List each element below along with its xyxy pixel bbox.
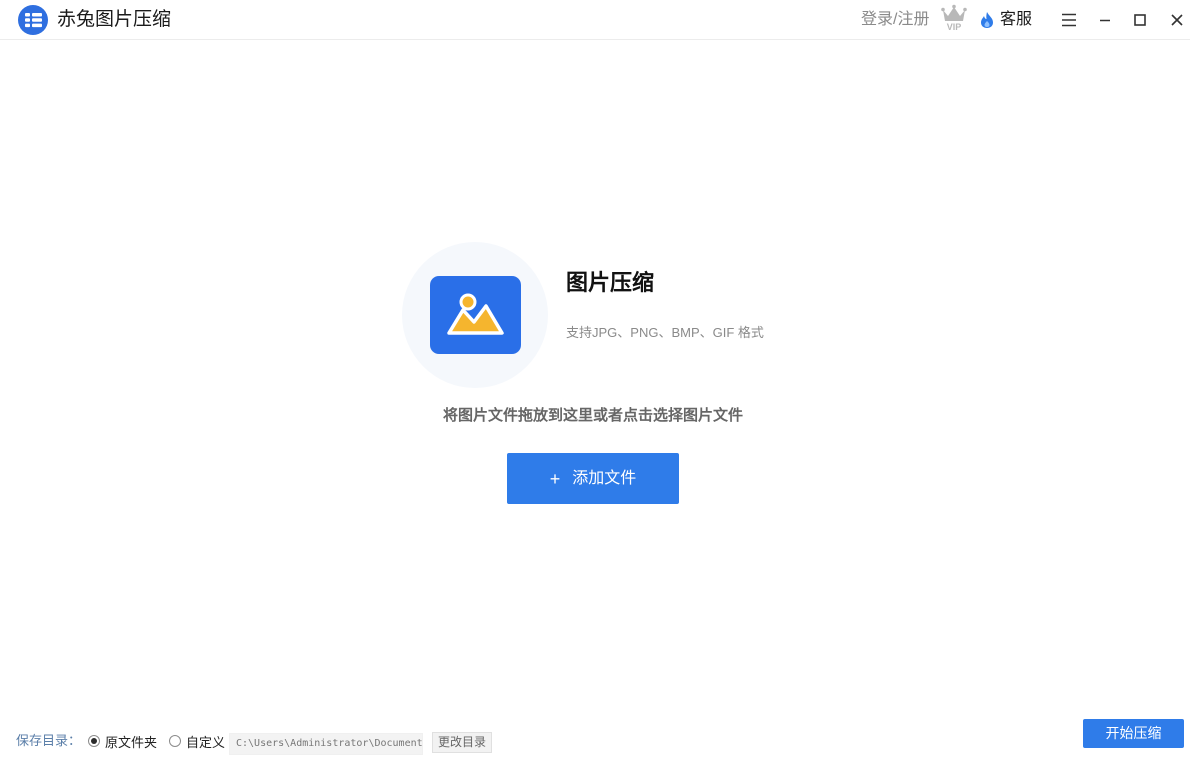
plus-icon: + bbox=[549, 468, 561, 489]
start-compress-button[interactable]: 开始压缩 bbox=[1083, 719, 1184, 748]
customer-service-button[interactable]: 客服 bbox=[979, 9, 1032, 31]
drop-hint-text: 将图片文件拖放到这里或者点击选择图片文件 bbox=[442, 407, 743, 424]
save-directory-label: 保存目录： bbox=[16, 733, 82, 748]
image-icon bbox=[430, 276, 521, 354]
close-icon[interactable] bbox=[1167, 10, 1187, 30]
minimize-icon[interactable] bbox=[1095, 10, 1115, 30]
menu-icon[interactable] bbox=[1059, 10, 1079, 30]
custom-path-field[interactable]: C:\Users\Administrator\Documents bbox=[229, 733, 423, 755]
crown-icon[interactable]: VIP bbox=[940, 4, 968, 32]
app-title: 赤兔图片压缩 bbox=[57, 9, 172, 30]
radio-original-folder-label[interactable]: 原文件夹 bbox=[105, 735, 157, 751]
change-directory-button[interactable]: 更改目录 bbox=[432, 732, 492, 753]
add-file-button[interactable]: + 添加文件 bbox=[507, 453, 679, 504]
add-file-label: 添加文件 bbox=[572, 469, 637, 487]
supported-formats-text: 支持JPG、PNG、BMP、GIF 格式 bbox=[566, 325, 764, 340]
flame-icon bbox=[981, 12, 993, 28]
login-register-link[interactable]: 登录/注册 bbox=[861, 10, 929, 30]
radio-custom-folder-label[interactable]: 自定义 bbox=[186, 735, 225, 751]
maximize-icon[interactable] bbox=[1130, 10, 1150, 30]
customer-service-label: 客服 bbox=[1000, 11, 1033, 28]
vip-label: VIP bbox=[947, 22, 962, 32]
page-title: 图片压缩 bbox=[566, 270, 655, 295]
app-logo-icon bbox=[17, 4, 49, 36]
app-window: 赤兔图片压缩 登录/注册 VIP 客服 图片压缩 支持JPG、PNG、BMP、G… bbox=[0, 0, 1190, 761]
radio-custom-folder[interactable] bbox=[169, 735, 181, 747]
radio-original-folder[interactable] bbox=[88, 735, 100, 747]
title-bar: 赤兔图片压缩 登录/注册 VIP 客服 bbox=[0, 0, 1190, 40]
